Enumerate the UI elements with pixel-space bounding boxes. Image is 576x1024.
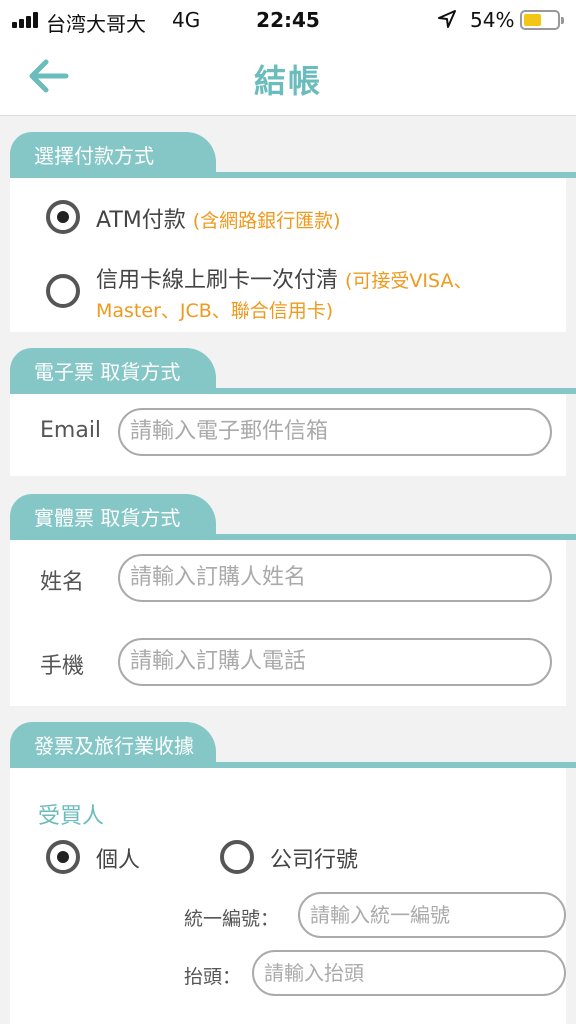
location-arrow-icon xyxy=(438,10,456,28)
page-title: 結帳 xyxy=(253,62,322,100)
payment-option-credit-label: 信用卡線上刷卡一次付清 xyxy=(96,268,339,293)
section-divider xyxy=(10,172,576,178)
buyer-personal-radio[interactable] xyxy=(46,840,80,874)
tax-id-label: 統一編號： xyxy=(184,908,280,930)
name-field[interactable]: 請輸入訂購人姓名 xyxy=(118,554,552,602)
payment-section: 選擇付款方式 ATM付款 (含網路銀行匯款) 信用卡線上刷卡一次付清 (可接受V… xyxy=(10,132,576,332)
payment-option-atm-radio[interactable] xyxy=(46,200,80,234)
invoice-title-field[interactable]: 請輸入抬頭 xyxy=(252,950,566,996)
section-divider xyxy=(10,534,576,540)
eticket-section: 電子票 取貨方式 Email 請輸入電子郵件信箱 xyxy=(10,348,576,476)
physical-ticket-section: 實體票 取貨方式 姓名 請輸入訂購人姓名 手機 請輸入訂購人電話 xyxy=(10,494,576,706)
battery-icon xyxy=(520,10,564,30)
payment-option-credit-radio[interactable] xyxy=(46,274,80,308)
tax-id-field[interactable]: 請輸入統一編號 xyxy=(298,892,566,938)
battery-percent: 54% xyxy=(470,8,515,32)
payment-option-atm[interactable]: ATM付款 (含網路銀行匯款) xyxy=(96,202,341,234)
payment-option-atm-note: (含網路銀行匯款) xyxy=(192,210,341,232)
payment-option-credit[interactable]: 信用卡線上刷卡一次付清 (可接受VISA、 xyxy=(96,262,472,294)
nav-bar: 結帳 xyxy=(0,40,576,116)
buyer-label: 受買人 xyxy=(38,804,105,829)
section-divider xyxy=(10,388,576,394)
email-label: Email xyxy=(40,418,102,443)
phone-label: 手機 xyxy=(40,654,85,679)
invoice-section: 發票及旅行業收據 受買人 個人 公司行號 統一編號： 請輸入統一編號 抬頭： 請… xyxy=(10,722,576,1024)
phone-field[interactable]: 請輸入訂購人電話 xyxy=(118,638,552,686)
payment-option-credit-note-2: Master、JCB、聯合信用卡) xyxy=(96,300,334,322)
name-label: 姓名 xyxy=(40,570,85,595)
payment-option-atm-label: ATM付款 xyxy=(96,208,186,233)
buyer-personal-label[interactable]: 個人 xyxy=(96,842,140,874)
buyer-company-label[interactable]: 公司行號 xyxy=(270,842,358,874)
buyer-company-radio[interactable] xyxy=(220,840,254,874)
email-field[interactable]: 請輸入電子郵件信箱 xyxy=(118,408,552,456)
status-bar: 台湾大哥大 4G 22:45 54% xyxy=(0,0,576,40)
section-divider xyxy=(10,762,576,768)
invoice-title-label: 抬頭： xyxy=(184,966,242,988)
payment-option-credit-note-1: (可接受VISA、 xyxy=(345,270,473,292)
